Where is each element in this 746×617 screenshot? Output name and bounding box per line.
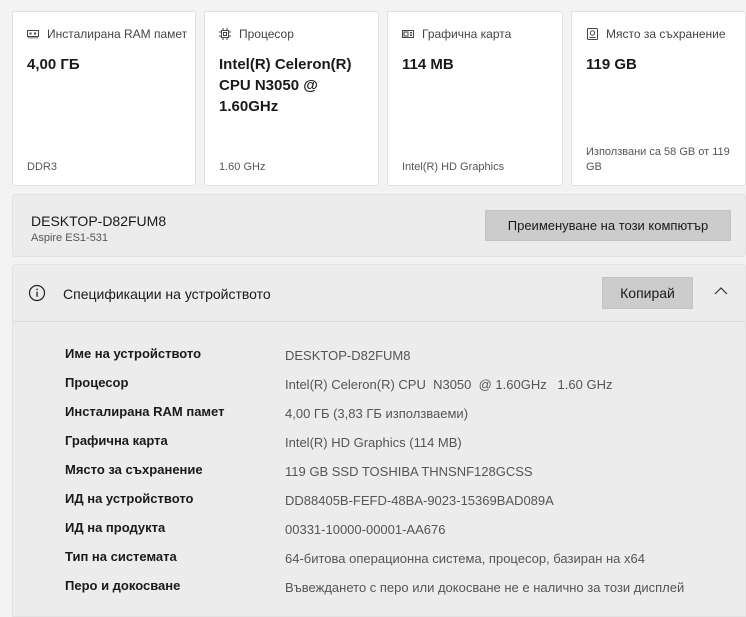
storage-card-sub: Използвани са 58 GB от 119 GB — [586, 146, 730, 173]
ram-icon — [27, 28, 39, 40]
spec-key: Име на устройството — [65, 346, 202, 361]
spec-value: DD88405B-FEFD-48BA-9023-15369BAD089A — [285, 493, 554, 508]
copy-button[interactable]: Копирай — [602, 277, 693, 309]
graphics-card-value: 114 MB — [402, 56, 454, 73]
device-model: Aspire ES1-531 — [31, 232, 109, 244]
storage-card-value: 119 GB — [586, 56, 637, 73]
graphics-card-icon — [402, 28, 414, 40]
processor-card-header: Процесор — [239, 27, 294, 41]
graphics-card-sub: Intel(R) HD Graphics — [402, 161, 505, 173]
specifications-title: Спецификации на устройството — [63, 286, 271, 302]
storage-icon — [586, 28, 598, 40]
storage-card: Място за съхранение 119 GB Използвани са… — [571, 11, 746, 186]
ram-card-value: 4,00 ГБ — [27, 56, 80, 73]
spec-key: Инсталирана RAM памет — [65, 404, 225, 419]
spec-value: 64-битова операционна система, процесор,… — [285, 551, 645, 566]
device-name: DESKTOP-D82FUM8 — [31, 213, 167, 229]
processor-card: Процесор Intel(R) Celeron(R) CPU N3050 @… — [204, 11, 379, 186]
ram-card-sub: DDR3 — [27, 161, 57, 173]
processor-card-sub: 1.60 GHz — [219, 161, 266, 173]
device-name-panel: DESKTOP-D82FUM8 Aspire ES1-531 Преименув… — [12, 194, 746, 257]
spec-value: Intel(R) HD Graphics (114 MB) — [285, 435, 462, 450]
spec-value: DESKTOP-D82FUM8 — [285, 348, 411, 363]
spec-value: 4,00 ГБ (3,83 ГБ използваеми) — [285, 406, 469, 421]
ram-card: Инсталирана RAM памет 4,00 ГБ DDR3 — [12, 11, 196, 186]
spec-key: Процесор — [65, 375, 129, 390]
spec-value: Въвеждането с перо или докосване не е на… — [285, 580, 685, 595]
ram-card-header: Инсталирана RAM памет — [47, 27, 188, 41]
info-icon — [28, 284, 46, 302]
spec-key: ИД на продукта — [65, 520, 166, 535]
spec-value: 00331-10000-00001-AA676 — [285, 522, 446, 537]
rename-pc-button[interactable]: Преименуване на този компютър — [485, 210, 731, 241]
graphics-card-header: Графична карта — [422, 27, 512, 41]
spec-key: Графична карта — [65, 433, 168, 448]
chevron-up-icon[interactable] — [713, 285, 729, 297]
spec-key: Тип на системата — [65, 549, 177, 564]
processor-icon — [219, 28, 231, 40]
spec-value: 119 GB SSD TOSHIBA THNSNF128GCSS — [285, 464, 533, 479]
spec-value: Intel(R) Celeron(R) CPU N3050 @ 1.60GHz … — [285, 377, 613, 392]
spec-key: Перо и докосване — [65, 578, 181, 593]
storage-card-header: Място за съхранение — [606, 27, 726, 41]
specifications-header[interactable]: Спецификации на устройството Копирай — [13, 265, 745, 322]
graphics-card-card: Графична карта 114 MB Intel(R) HD Graphi… — [387, 11, 563, 186]
device-specifications-panel: Спецификации на устройството Копирай Име… — [12, 264, 746, 617]
processor-card-value: Intel(R) Celeron(R) CPU N3050 @ 1.60GHz — [219, 56, 352, 115]
spec-key: ИД на устройството — [65, 491, 194, 506]
spec-key: Място за съхранение — [65, 462, 203, 477]
